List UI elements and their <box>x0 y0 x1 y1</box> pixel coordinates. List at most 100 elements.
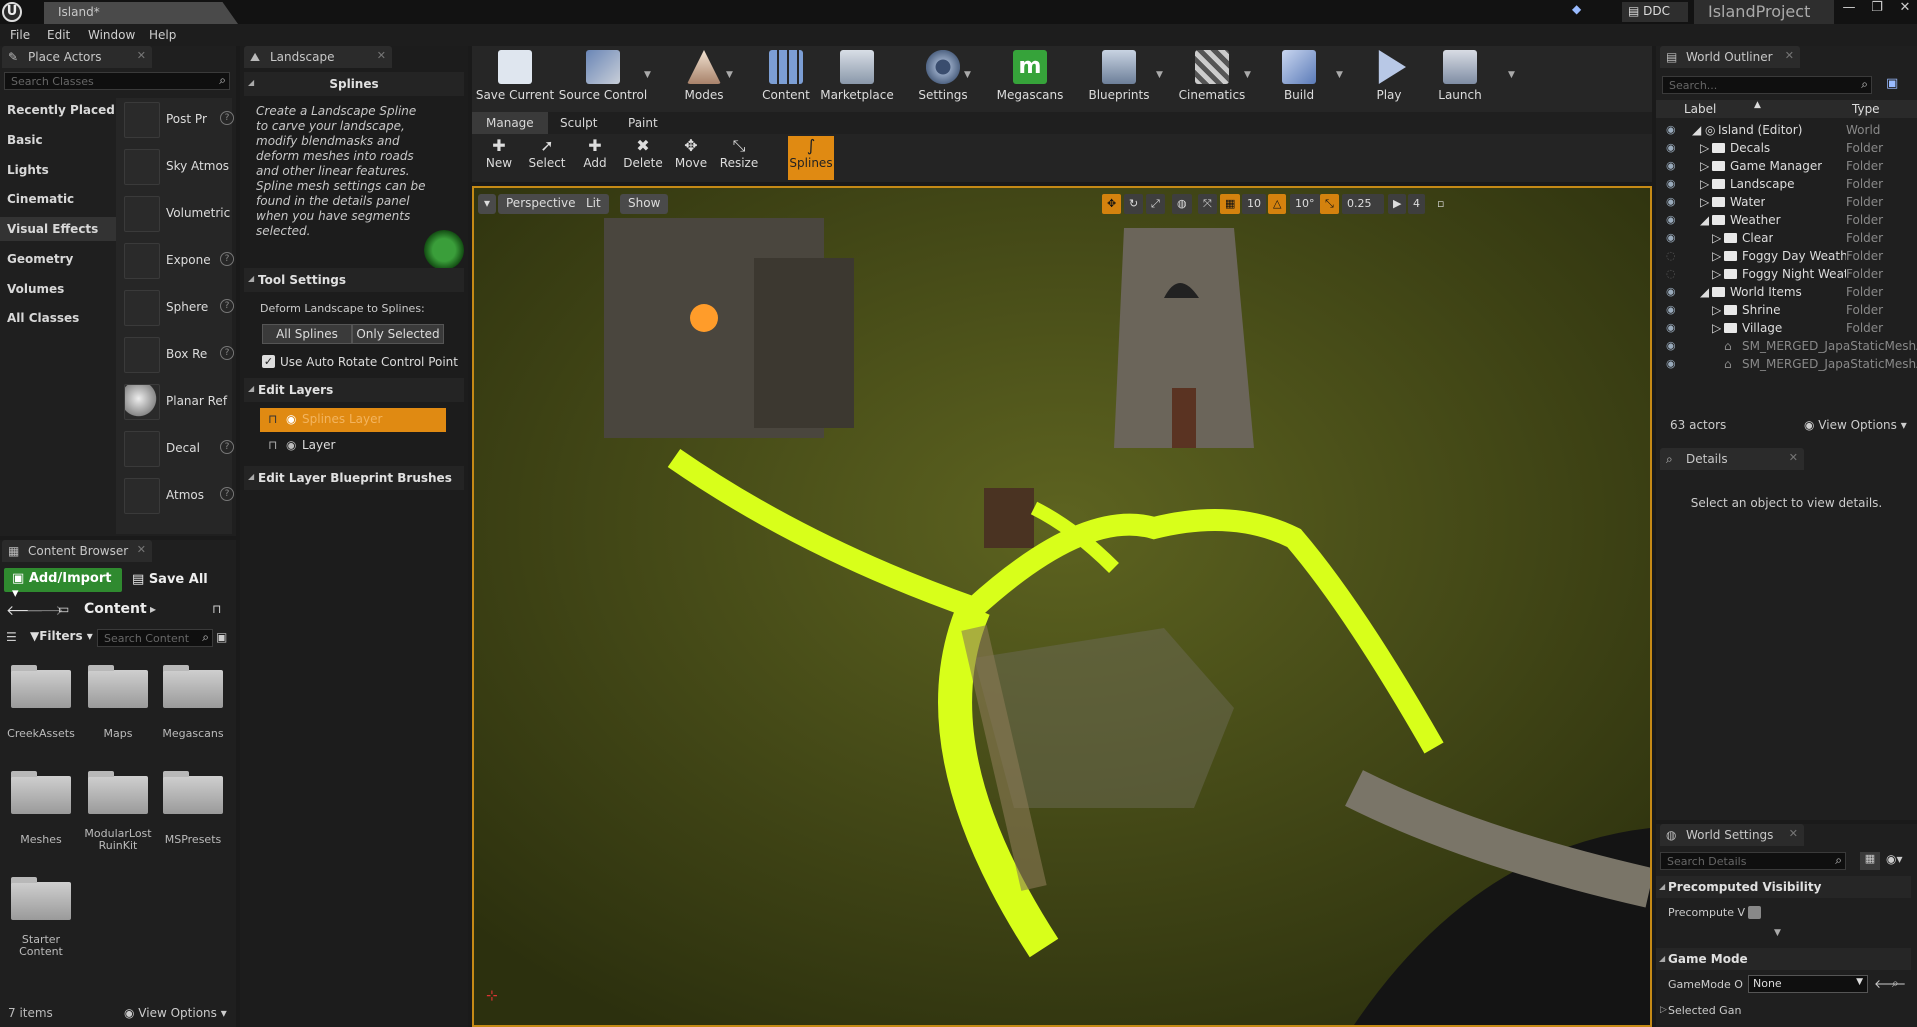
expand-arrow-icon[interactable]: ▷ <box>1712 303 1721 317</box>
category-visual-effects[interactable]: Visual Effects <box>0 217 116 241</box>
eye-hidden-icon[interactable]: ◌ <box>1666 267 1676 280</box>
search-details-input[interactable]: Search Details ⌕ <box>1660 852 1846 870</box>
expand-arrow-icon[interactable]: ▷ <box>1700 159 1709 173</box>
camera-speed-value[interactable]: 4 <box>1408 194 1425 214</box>
actor-atmospheric-fog[interactable]: Atmos? <box>124 474 234 518</box>
viewport-options-dropdown[interactable]: ▾ <box>478 194 497 214</box>
layer-row-layer[interactable]: ⊓ ◉ Layer <box>260 434 446 458</box>
close-tab-icon[interactable]: ✕ <box>137 49 146 62</box>
scale-mode-icon[interactable]: ⤢ <box>1146 194 1165 214</box>
expand-arrow-icon[interactable]: ▷ <box>1700 195 1709 209</box>
help-icon[interactable]: ? <box>220 111 234 125</box>
menu-help[interactable]: Help <box>149 28 176 42</box>
new-tool-button[interactable]: ✚ New <box>476 136 522 180</box>
details-tab[interactable]: ⌕ Details ✕ <box>1660 448 1804 470</box>
close-icon[interactable]: ✕ <box>1890 0 1917 16</box>
build-button[interactable]: Build <box>1272 50 1326 110</box>
tool-settings-header[interactable]: ◢ Tool Settings <box>244 268 464 292</box>
category-cinematic[interactable]: Cinematic <box>0 187 116 211</box>
menu-window[interactable]: Window <box>88 28 135 42</box>
sources-toggle-icon[interactable]: ☰ <box>6 630 17 644</box>
notification-icon[interactable]: ◆ <box>1572 2 1590 22</box>
expand-arrow-icon[interactable]: ▷ <box>1660 1005 1667 1015</box>
add-folder-icon[interactable]: ▣ <box>1886 76 1898 91</box>
help-icon[interactable]: ? <box>220 487 234 501</box>
folder-modularlost-ruinkit[interactable]: ModularLost RuinKit <box>82 762 154 852</box>
folder-maps[interactable]: Maps <box>82 656 154 740</box>
property-matrix-icon[interactable]: ▦ <box>1860 852 1880 870</box>
folder-mspresets[interactable]: MSPresets <box>157 762 229 846</box>
visibility-eye-icon[interactable]: ◉▾ <box>1886 852 1903 866</box>
world-space-icon[interactable]: ◍ <box>1172 194 1192 214</box>
folder-megascans[interactable]: Megascans <box>157 656 229 740</box>
menu-file[interactable]: File <box>10 28 30 42</box>
gamemode-override-select[interactable]: None ▼ <box>1748 975 1868 993</box>
splines-section-header[interactable]: ◢ Splines <box>244 72 464 96</box>
lock-icon[interactable]: ⊓ <box>212 602 221 616</box>
landscape-tab[interactable]: ⛰ Landscape ✕ <box>244 46 392 68</box>
launch-button[interactable]: Launch <box>1432 50 1488 110</box>
modes-dropdown-icon[interactable]: ▼ <box>726 70 733 80</box>
outliner-row[interactable]: ◉ ◢ World Items Folder <box>1662 284 1917 302</box>
eye-icon[interactable]: ◉ <box>1666 285 1676 298</box>
layer-row-splines[interactable]: ⊓ ◉ Splines Layer <box>260 408 446 432</box>
help-icon[interactable]: ? <box>220 346 234 360</box>
eye-icon[interactable]: ◉ <box>286 438 296 452</box>
camera-speed-icon[interactable]: ▶ <box>1388 194 1407 214</box>
eye-icon[interactable]: ◉ <box>1666 213 1676 226</box>
menu-edit[interactable]: Edit <box>47 28 70 42</box>
splines-tool-button[interactable]: ∫ Splines <box>788 136 834 180</box>
grid-snap-icon[interactable]: ▦ <box>1220 194 1241 214</box>
category-basic[interactable]: Basic <box>0 128 116 152</box>
auto-rotate-checkbox[interactable]: ✓ <box>262 355 275 368</box>
modes-button[interactable]: Modes <box>672 50 736 110</box>
megascans-button[interactable]: m Megascans <box>990 50 1070 110</box>
use-selected-arrow-icon[interactable]: 🡐 <box>1874 976 1906 991</box>
settings-button[interactable]: Settings <box>908 50 978 110</box>
settings-dropdown-icon[interactable]: ▼ <box>964 70 971 80</box>
source-control-button[interactable]: Source Control <box>558 50 648 110</box>
edit-layers-header[interactable]: ◢ Edit Layers <box>244 378 464 402</box>
outliner-row[interactable]: ◉ ▷ Game Manager Folder <box>1662 158 1917 176</box>
search-content-input[interactable]: Search Content ⌕ <box>97 629 213 647</box>
rotation-snap-value[interactable]: 10° <box>1290 194 1320 214</box>
path-chevron-icon[interactable]: ▸ <box>150 602 156 616</box>
browse-search-icon[interactable]: ⌕ <box>1892 976 1899 991</box>
eye-icon[interactable]: ◉ <box>1666 195 1676 208</box>
only-selected-button[interactable]: Only Selected <box>352 324 444 344</box>
close-tab-icon[interactable]: ✕ <box>1789 451 1798 464</box>
expand-arrow-icon[interactable]: ▷ <box>1712 321 1721 335</box>
game-mode-header[interactable]: ◢ Game Mode <box>1656 948 1911 970</box>
selected-gamemode-label[interactable]: Selected Gan <box>1668 1004 1741 1017</box>
expand-arrow-icon[interactable]: ▷ <box>1712 267 1721 281</box>
outliner-view-options[interactable]: ◉ View Options ▾ <box>1804 418 1907 432</box>
content-button[interactable]: Content <box>754 50 818 110</box>
folder-creekassets[interactable]: CreekAssets <box>5 656 77 740</box>
eye-icon[interactable]: ◉ <box>1666 357 1676 370</box>
close-tab-icon[interactable]: ✕ <box>377 49 386 62</box>
scale-snap-value[interactable]: 0.25 <box>1342 194 1384 214</box>
level-tab[interactable]: Island* <box>44 2 238 24</box>
category-recently-placed[interactable]: Recently Placed <box>0 98 116 122</box>
lock-icon[interactable]: ⊓ <box>268 438 277 452</box>
rotate-mode-icon[interactable]: ↻ <box>1124 194 1144 214</box>
expand-arrow-icon[interactable]: ▷ <box>1700 141 1709 155</box>
outliner-row[interactable]: ◉ ⌂ SM_MERGED_JapaStaticMeshActor <box>1662 338 1917 356</box>
help-icon[interactable]: ? <box>220 252 234 266</box>
expand-arrow-icon[interactable]: ▷ <box>1700 177 1709 191</box>
cinematics-dropdown-icon[interactable]: ▼ <box>1244 70 1251 80</box>
outliner-row[interactable]: ◉ ▷ Landscape Folder <box>1662 176 1917 194</box>
eye-icon[interactable]: ◉ <box>1666 123 1676 136</box>
save-all-button[interactable]: ▤ Save All <box>132 570 232 592</box>
select-tool-button[interactable]: ➚ Select <box>524 136 570 180</box>
path-content[interactable]: Content <box>84 601 147 617</box>
eye-icon[interactable]: ◉ <box>286 412 296 426</box>
add-import-button[interactable]: ▣ Add/Import ▾ <box>4 568 122 601</box>
world-outliner-tab[interactable]: ▤ World Outliner ✕ <box>1660 46 1800 68</box>
category-lights[interactable]: Lights <box>0 158 116 182</box>
outliner-row[interactable]: ◉ ◢ Weather Folder <box>1662 212 1917 230</box>
outliner-row[interactable]: ◉ ◢ ◎ Island (Editor) World <box>1662 122 1917 140</box>
world-settings-tab[interactable]: ◍ World Settings ✕ <box>1660 824 1804 846</box>
play-button[interactable]: Play <box>1364 50 1414 110</box>
search-classes-input[interactable]: Search Classes ⌕ <box>4 72 230 90</box>
